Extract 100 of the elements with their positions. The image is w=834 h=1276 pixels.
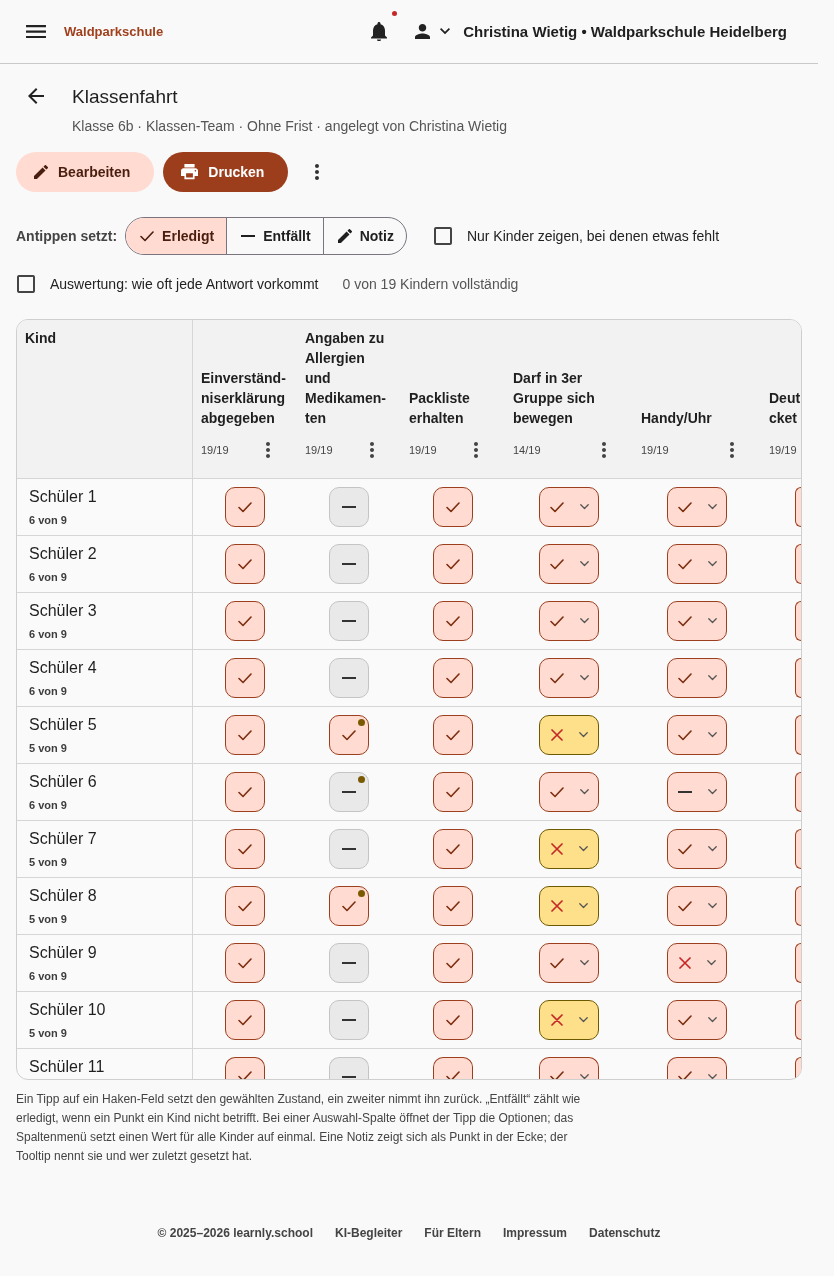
- answer-field[interactable]: [795, 772, 801, 812]
- check-icon: [549, 501, 564, 513]
- column-count: 19/19: [305, 444, 333, 456]
- check-field[interactable]: [225, 487, 265, 527]
- check-field[interactable]: [329, 658, 369, 698]
- answer-field[interactable]: [795, 658, 801, 698]
- answered-count: 5 von 9: [29, 1026, 67, 1040]
- caret-icon: [707, 732, 717, 738]
- caret-icon: [707, 846, 717, 852]
- choice-field[interactable]: [539, 544, 599, 584]
- choice-field[interactable]: [667, 772, 727, 812]
- choice-field[interactable]: [539, 1057, 599, 1079]
- check-field[interactable]: [433, 601, 473, 641]
- check-field[interactable]: [433, 772, 473, 812]
- answer-field[interactable]: [795, 1000, 801, 1040]
- choice-field[interactable]: [667, 943, 727, 983]
- choice-field[interactable]: [539, 943, 599, 983]
- dash-icon: [342, 563, 356, 565]
- dash-icon: [342, 848, 356, 850]
- choice-field[interactable]: [667, 601, 727, 641]
- column-heading: Einverständ- niserklärung abgegeben: [201, 369, 286, 428]
- check-field[interactable]: [433, 544, 473, 584]
- check-field[interactable]: [329, 544, 369, 584]
- check-field[interactable]: [225, 1000, 265, 1040]
- check-field[interactable]: [225, 715, 265, 755]
- choice-field[interactable]: [667, 1057, 727, 1079]
- choice-field[interactable]: [667, 487, 727, 527]
- choice-field[interactable]: [539, 658, 599, 698]
- choice-field[interactable]: [539, 772, 599, 812]
- choice-field[interactable]: [539, 886, 599, 926]
- check-field[interactable]: [225, 943, 265, 983]
- check-field[interactable]: [433, 886, 473, 926]
- checkbox[interactable]: [433, 227, 452, 245]
- check-field[interactable]: [329, 829, 369, 869]
- student-name: Schüler 1: [29, 487, 97, 507]
- check-field[interactable]: [225, 544, 265, 584]
- check-field[interactable]: [329, 1057, 369, 1079]
- choice-field[interactable]: [539, 715, 599, 755]
- answer-field[interactable]: [795, 1057, 801, 1079]
- choice-field[interactable]: [667, 1000, 727, 1040]
- choice-field[interactable]: [667, 715, 727, 755]
- check-field[interactable]: [433, 715, 473, 755]
- print-button[interactable]: Drucken: [163, 152, 289, 192]
- check-field[interactable]: [329, 1000, 369, 1040]
- check-field[interactable]: [329, 715, 369, 755]
- choice-field[interactable]: [667, 544, 727, 584]
- check-field[interactable]: [433, 487, 473, 527]
- segment-button[interactable]: Erledigt: [126, 218, 227, 254]
- caret-icon: [578, 1017, 588, 1023]
- footer-link[interactable]: Impressum: [503, 1226, 568, 1240]
- footer-link[interactable]: KI-Begleiter: [335, 1226, 403, 1240]
- check-field[interactable]: [433, 1057, 473, 1079]
- check-icon: [677, 672, 692, 684]
- answer-field[interactable]: [795, 829, 801, 869]
- choice-field[interactable]: [539, 487, 599, 527]
- answer-field[interactable]: [795, 601, 801, 641]
- check-icon: [238, 729, 252, 741]
- answer-field[interactable]: [795, 943, 801, 983]
- footer-link[interactable]: Für Eltern: [424, 1226, 481, 1240]
- choice-field[interactable]: [539, 601, 599, 641]
- answered-count: 6 von 9: [29, 570, 67, 584]
- pencil-icon: [34, 165, 48, 179]
- check-icon: [238, 672, 252, 684]
- segment-button[interactable]: Entfällt: [226, 218, 323, 254]
- answered-count: 6 von 9: [29, 513, 67, 527]
- check-field[interactable]: [225, 886, 265, 926]
- footer-link[interactable]: Datenschutz: [589, 1226, 661, 1240]
- caret-icon: [706, 960, 716, 966]
- choice-field[interactable]: [667, 886, 727, 926]
- choice-field[interactable]: [539, 1000, 599, 1040]
- choice-field[interactable]: [667, 829, 727, 869]
- check-field[interactable]: [433, 829, 473, 869]
- check-field[interactable]: [329, 772, 369, 812]
- answer-field[interactable]: [795, 715, 801, 755]
- answer-field[interactable]: [795, 487, 801, 527]
- check-field[interactable]: [225, 829, 265, 869]
- check-field[interactable]: [329, 886, 369, 926]
- check-field[interactable]: [329, 601, 369, 641]
- segment-button[interactable]: Notiz: [322, 218, 406, 254]
- check-field[interactable]: [225, 658, 265, 698]
- answer-field[interactable]: [795, 544, 801, 584]
- answer-field[interactable]: [795, 886, 801, 926]
- check-field[interactable]: [329, 943, 369, 983]
- check-field[interactable]: [225, 1057, 265, 1079]
- check-field[interactable]: [329, 487, 369, 527]
- checkbox[interactable]: [17, 275, 35, 293]
- edit-button[interactable]: Bearbeiten: [16, 152, 155, 192]
- check-field[interactable]: [433, 943, 473, 983]
- check-field[interactable]: [433, 658, 473, 698]
- choice-field[interactable]: [539, 829, 599, 869]
- choice-field[interactable]: [667, 658, 727, 698]
- check-field[interactable]: [225, 772, 265, 812]
- more-options-icon: [474, 442, 478, 458]
- check-icon: [446, 1014, 460, 1026]
- caret-icon: [579, 789, 589, 795]
- check-field[interactable]: [433, 1000, 473, 1040]
- check-icon: [140, 230, 155, 242]
- check-icon: [446, 729, 460, 741]
- copyright-text: © 2025–2026 learnly.school: [157, 1226, 313, 1240]
- check-field[interactable]: [225, 601, 265, 641]
